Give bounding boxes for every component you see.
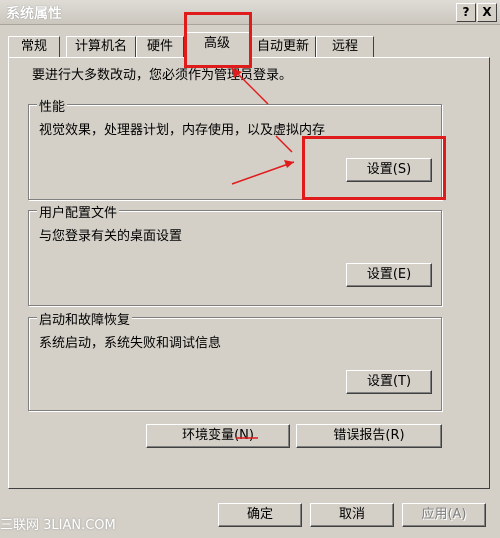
arrow-to-performance-settings <box>231 161 295 185</box>
annotation-arrows <box>231 67 295 439</box>
arrow-head-performance <box>284 160 294 168</box>
arrow-small <box>275 135 293 153</box>
advanced-tab-highlight <box>184 12 252 68</box>
performance-settings-highlight <box>302 136 446 200</box>
